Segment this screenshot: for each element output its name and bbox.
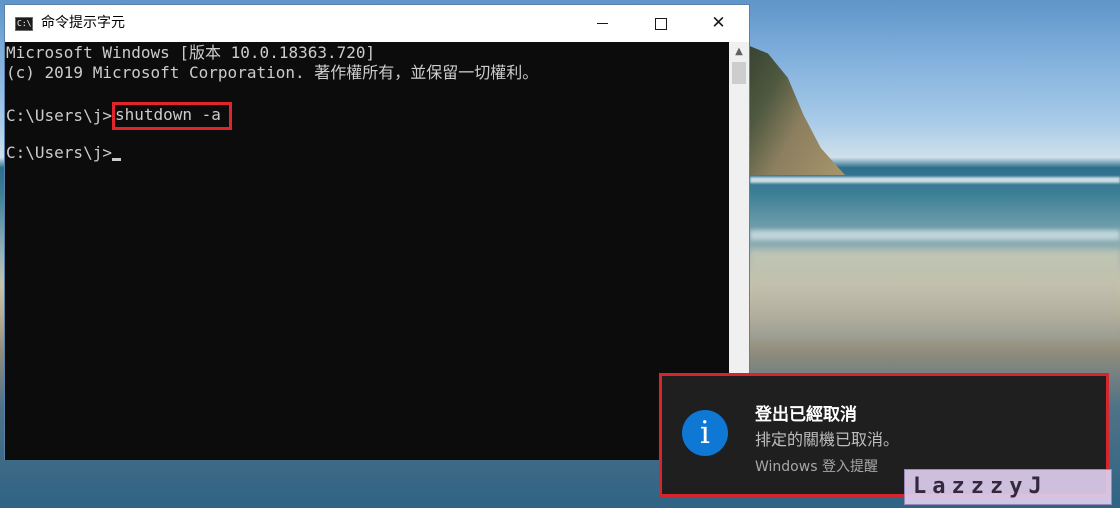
- console-line: Microsoft Windows [版本 10.0.18363.720]: [6, 43, 376, 62]
- notification-body: 排定的關機已取消。: [755, 430, 900, 449]
- console-prompt: C:\Users\j>: [6, 143, 112, 162]
- console-prompt: C:\Users\j>: [6, 106, 112, 125]
- close-icon: ✕: [711, 13, 726, 33]
- wallpaper-wave: [750, 230, 1120, 240]
- wallpaper-cliff: [735, 40, 845, 175]
- title-bar[interactable]: C:\ 命令提示字元 ✕: [5, 5, 749, 42]
- maximize-icon: [654, 17, 667, 30]
- wallpaper-wave: [750, 177, 1120, 183]
- window-title: 命令提示字元: [41, 15, 125, 31]
- watermark-logo: LazzzyJ: [904, 469, 1112, 505]
- scrollbar-thumb[interactable]: [732, 62, 746, 84]
- command-prompt-window[interactable]: C:\ 命令提示字元 ✕ Microsoft Windows [版本 10.0.…: [4, 4, 750, 460]
- command-text: shutdown -a: [114, 105, 221, 124]
- maximize-button[interactable]: [638, 5, 683, 42]
- highlighted-command: shutdown -a: [111, 102, 232, 130]
- console-output[interactable]: Microsoft Windows [版本 10.0.18363.720] (c…: [5, 42, 729, 460]
- close-button[interactable]: ✕: [696, 5, 741, 42]
- text-cursor: [111, 158, 121, 161]
- wallpaper-shore: [750, 250, 1120, 340]
- console-line: (c) 2019 Microsoft Corporation. 著作權所有，並保…: [6, 63, 539, 82]
- notification-title: 登出已經取消: [755, 405, 857, 425]
- minimize-button[interactable]: [580, 5, 625, 42]
- notification-source: Windows 登入提醒: [755, 459, 878, 475]
- console-input-line[interactable]: C:\Users\j>: [6, 143, 121, 163]
- minimize-icon: [597, 23, 608, 24]
- scroll-up-arrow-icon[interactable]: ▲: [729, 42, 749, 60]
- cmd-app-icon[interactable]: C:\: [15, 17, 33, 31]
- info-icon: i: [682, 410, 728, 456]
- console-command-line: C:\Users\j> shutdown -a: [6, 102, 232, 131]
